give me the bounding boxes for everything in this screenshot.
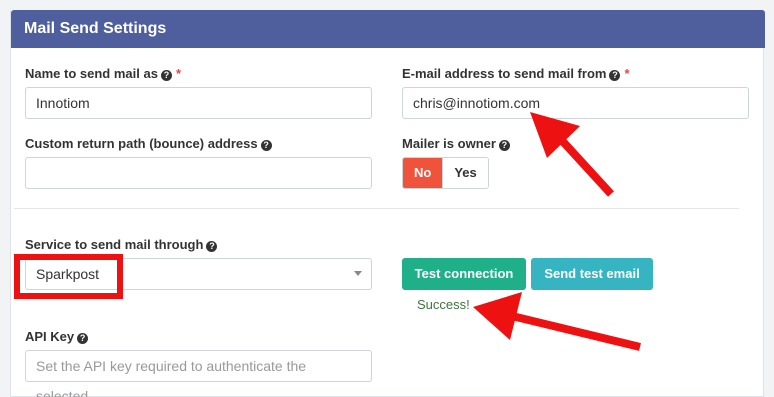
mailer-owner-label: Mailer is owner? [402, 136, 510, 151]
name-label: Name to send mail as? * [25, 66, 182, 81]
email-input[interactable]: chris@innotiom.com [402, 87, 749, 119]
required-marker: * [175, 66, 182, 81]
api-key-label: API Key? [25, 329, 89, 344]
mailer-owner-toggle: No Yes [402, 157, 489, 189]
help-circle-icon[interactable]: ? [206, 241, 218, 252]
caret-down-icon [354, 271, 362, 276]
section-divider [14, 208, 739, 209]
connection-status-message: Success! [417, 297, 470, 312]
service-label: Service to send mail through? [25, 237, 218, 252]
help-circle-icon[interactable]: ? [77, 333, 89, 344]
api-key-input[interactable]: Set the API key required to authenticate… [25, 350, 372, 397]
toggle-option-no[interactable]: No [403, 158, 443, 188]
required-marker: * [624, 66, 630, 81]
name-input[interactable]: Innotiom [25, 87, 372, 119]
panel-header: Mail Send Settings [11, 10, 765, 48]
help-circle-icon[interactable]: ? [609, 70, 621, 81]
help-circle-icon[interactable]: ? [498, 140, 510, 151]
help-circle-icon[interactable]: ? [160, 70, 172, 81]
annotation-highlight-box [14, 254, 123, 299]
panel-title: Mail Send Settings [24, 20, 167, 37]
return-path-label: Custom return path (bounce) address? [25, 136, 272, 151]
email-label: E-mail address to send mail from? * [402, 66, 630, 81]
send-test-email-button[interactable]: Send test email [531, 258, 653, 290]
return-path-input[interactable] [25, 157, 372, 189]
test-connection-button[interactable]: Test connection [402, 258, 526, 290]
toggle-option-yes[interactable]: Yes [442, 158, 488, 188]
help-circle-icon[interactable]: ? [260, 140, 272, 151]
